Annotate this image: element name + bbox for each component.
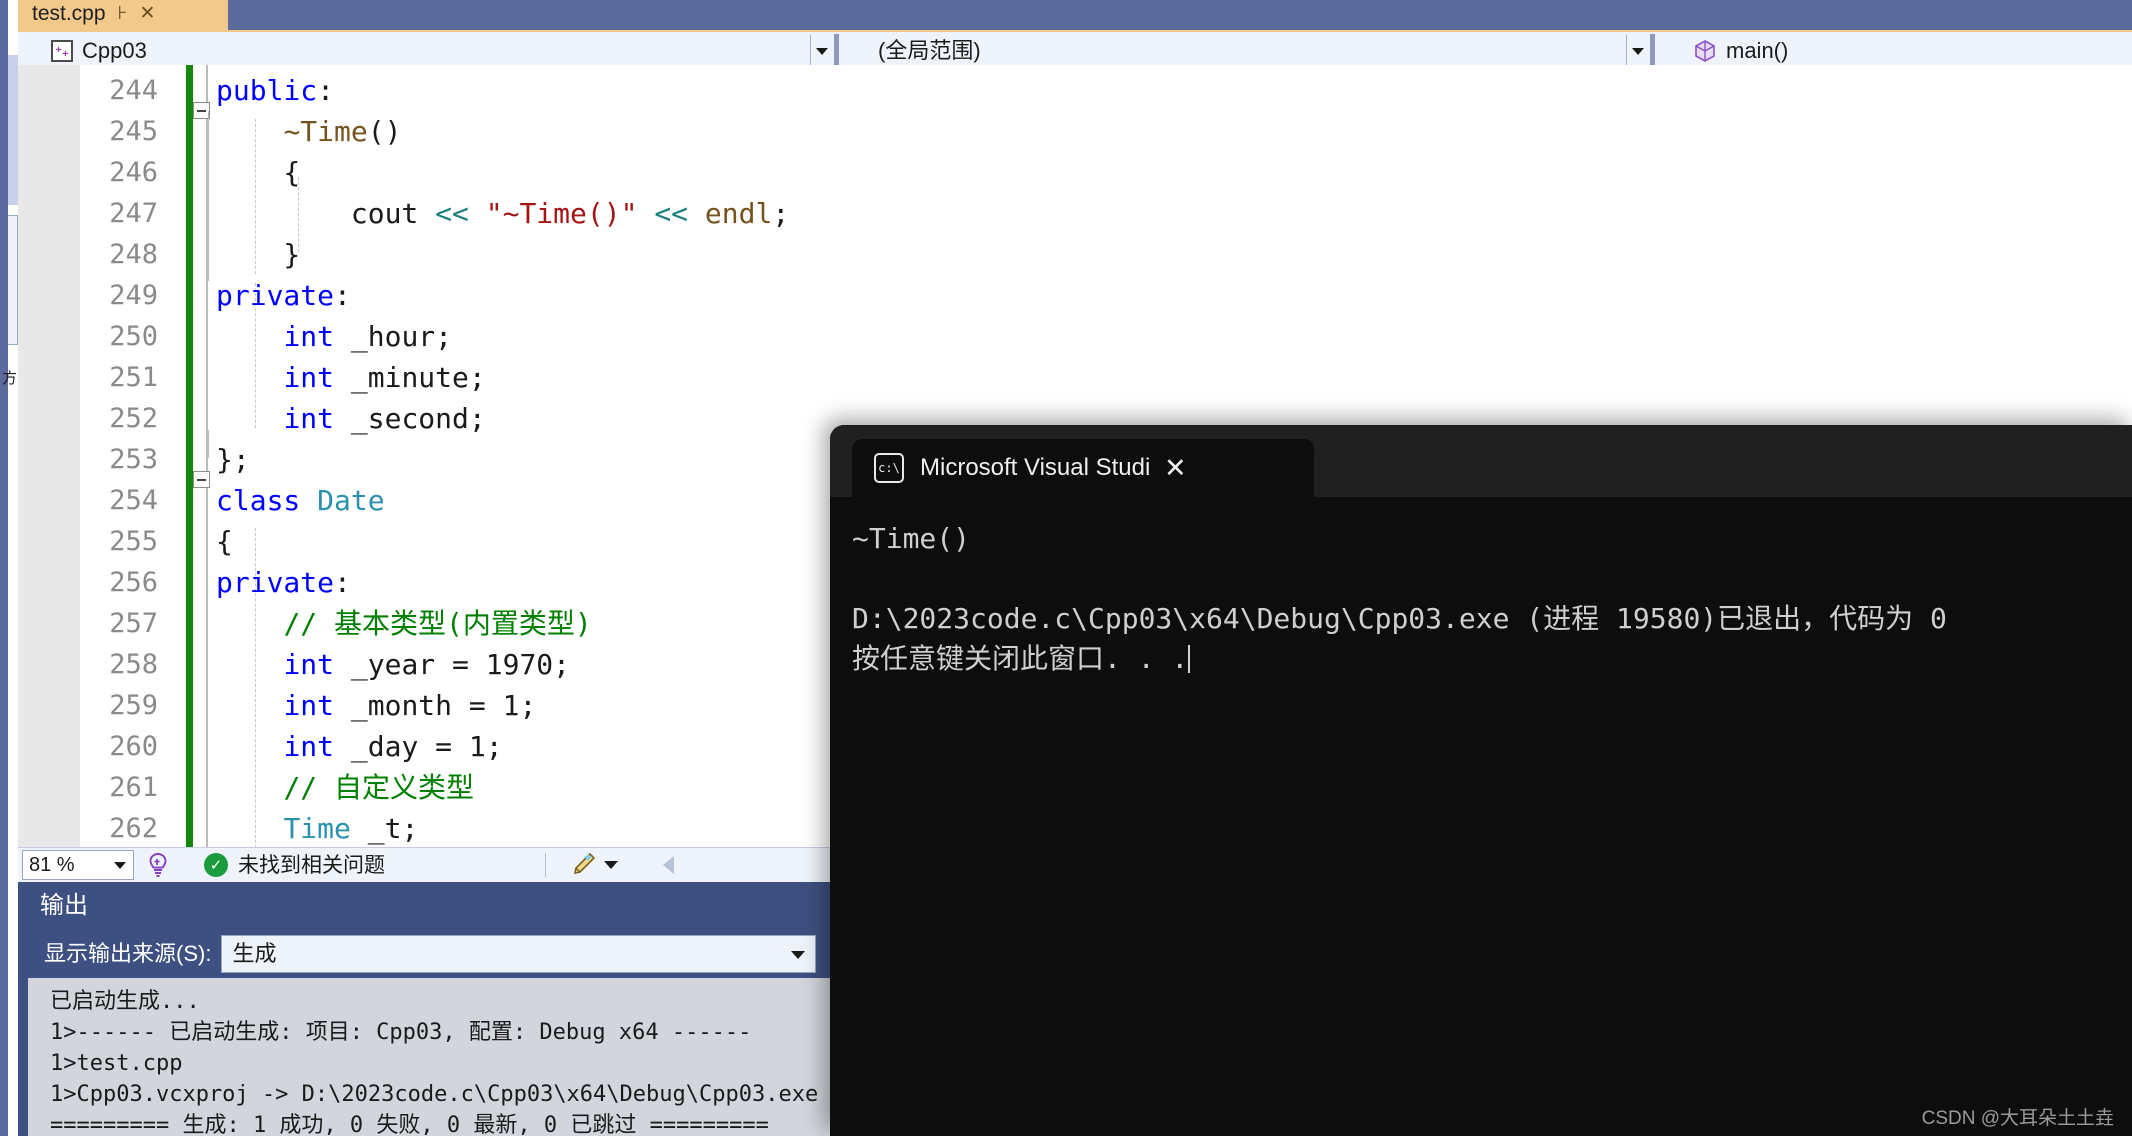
scope-dropdown[interactable]: (全局范围) [863, 35, 1623, 67]
code-text: public: [216, 73, 335, 107]
line-number: 249 [109, 280, 158, 311]
console-line: ~Time() [852, 522, 971, 555]
code-text: private: [216, 278, 351, 312]
line-number: 247 [109, 198, 158, 229]
code-text: int _second; [283, 401, 486, 435]
member-dropdown-value: main() [1726, 38, 1789, 63]
scope-dropdown-value: (全局范围) [878, 38, 981, 63]
line-number: 248 [109, 239, 158, 270]
code-text: int _hour; [283, 319, 453, 353]
scroll-left-icon[interactable] [663, 856, 674, 874]
code-text: int _minute; [283, 360, 486, 394]
code-line[interactable]: 247 cout << "~Time()" << endl; [18, 193, 2132, 234]
code-line[interactable]: 251 int _minute; [18, 357, 2132, 398]
code-text: // 基本类型(内置类型) [283, 606, 592, 640]
code-line[interactable]: 248 } [18, 234, 2132, 275]
project-dropdown-arrow-icon[interactable] [810, 35, 832, 67]
code-text: ~Time() [283, 114, 402, 148]
code-text: // 自定义类型 [283, 770, 475, 804]
code-text: { [216, 524, 233, 558]
line-number: 257 [109, 608, 158, 639]
line-number: 261 [109, 772, 158, 803]
close-icon[interactable]: ✕ [139, 4, 155, 23]
nav-separator-1 [834, 34, 839, 68]
left-vertical-tab[interactable] [8, 215, 18, 345]
line-number: 246 [109, 157, 158, 188]
line-number: 250 [109, 321, 158, 352]
chevron-down-icon[interactable] [791, 951, 806, 959]
zoom-level-dropdown[interactable]: 81 % [22, 850, 134, 880]
code-line[interactable]: 244 public: [18, 70, 2132, 111]
output-source-value: 生成 [232, 941, 277, 966]
code-line[interactable]: 246 { [18, 152, 2132, 193]
left-docked-panel-handle[interactable] [8, 55, 18, 205]
close-icon[interactable]: ✕ [1164, 454, 1187, 482]
code-text: class Date [216, 483, 385, 517]
zoom-level-value: 81 % [29, 854, 75, 876]
project-dropdown[interactable]: ⁺₊ Cpp03 [36, 35, 806, 67]
left-vertical-tab-label: 方 [0, 370, 17, 385]
navigation-bar: ⁺₊ Cpp03 (全局范围) main() [18, 30, 2132, 68]
line-number: 255 [109, 526, 158, 557]
check-circle-icon: ✓ [204, 853, 228, 877]
console-line: D:\2023code.c\Cpp03\x64\Debug\Cpp03.exe … [852, 602, 1947, 635]
editor-tab-bar: test.cpp ⊦ ✕ [18, 0, 2132, 30]
output-panel-title: 输出 [40, 892, 88, 919]
line-number: 253 [109, 444, 158, 475]
code-text: int _month = 1; [283, 688, 537, 722]
console-tab-title: Microsoft Visual Studio 调试控 [920, 456, 1150, 480]
console-tab[interactable]: c:\ Microsoft Visual Studio 调试控 ✕ [852, 439, 1314, 497]
code-text: int _day = 1; [283, 729, 503, 763]
brush-dropdown-arrow-icon[interactable] [604, 861, 618, 869]
nav-separator-2 [1650, 34, 1655, 68]
line-number: 252 [109, 403, 158, 434]
scope-dropdown-arrow-icon[interactable] [1626, 35, 1648, 67]
brush-icon[interactable] [568, 851, 598, 879]
code-text: }; [216, 442, 250, 476]
status-message: 未找到相关问题 [238, 853, 385, 877]
line-number: 251 [109, 362, 158, 393]
cube-icon [1695, 40, 1715, 62]
code-line[interactable]: 250 int _hour; [18, 316, 2132, 357]
console-line: 按任意键关闭此窗口. . . [852, 642, 1191, 675]
console-title-bar[interactable]: c:\ Microsoft Visual Studio 调试控 ✕ + ⌄ [830, 425, 2132, 497]
line-number: 259 [109, 690, 158, 721]
project-dropdown-value: Cpp03 [82, 38, 147, 63]
cpp-file-icon: ⁺₊ [51, 40, 73, 62]
watermark: CSDN @大耳朵土土垚 [1921, 1108, 2114, 1129]
line-number: 262 [109, 813, 158, 844]
lightbulb-wrench-icon[interactable] [144, 851, 172, 879]
line-number: 254 [109, 485, 158, 516]
console-output[interactable]: ~Time() D:\2023code.c\Cpp03\x64\Debug\Cp… [830, 497, 2132, 1136]
line-number: 258 [109, 649, 158, 680]
left-edge-strip [0, 0, 8, 1136]
chevron-down-icon[interactable] [114, 862, 126, 869]
code-text: cout << "~Time()" << endl; [350, 196, 790, 230]
code-line[interactable]: 249 private: [18, 275, 2132, 316]
line-number: 244 [109, 75, 158, 106]
tab-label: test.cpp [32, 1, 106, 25]
console-window[interactable]: c:\ Microsoft Visual Studio 调试控 ✕ + ⌄ ~T… [830, 425, 2132, 1136]
code-text: } [216, 237, 301, 271]
code-text: { [216, 155, 301, 189]
line-number: 245 [109, 116, 158, 147]
output-source-dropdown[interactable]: 生成 [221, 935, 817, 973]
member-dropdown[interactable]: main() [1678, 35, 2132, 67]
code-text: private: [216, 565, 351, 599]
line-number: 256 [109, 567, 158, 598]
code-text: int _year = 1970; [283, 647, 571, 681]
code-text: Time _t; [283, 811, 419, 845]
tab-test-cpp[interactable]: test.cpp ⊦ ✕ [18, 0, 228, 30]
pin-icon[interactable]: ⊦ [118, 4, 128, 23]
text-cursor [1188, 645, 1191, 673]
status-divider [545, 853, 546, 877]
cmd-prompt-icon: c:\ [874, 453, 904, 483]
line-number: 260 [109, 731, 158, 762]
code-line[interactable]: 245 ~Time() [18, 111, 2132, 152]
output-source-label: 显示输出来源(S): [44, 941, 212, 966]
